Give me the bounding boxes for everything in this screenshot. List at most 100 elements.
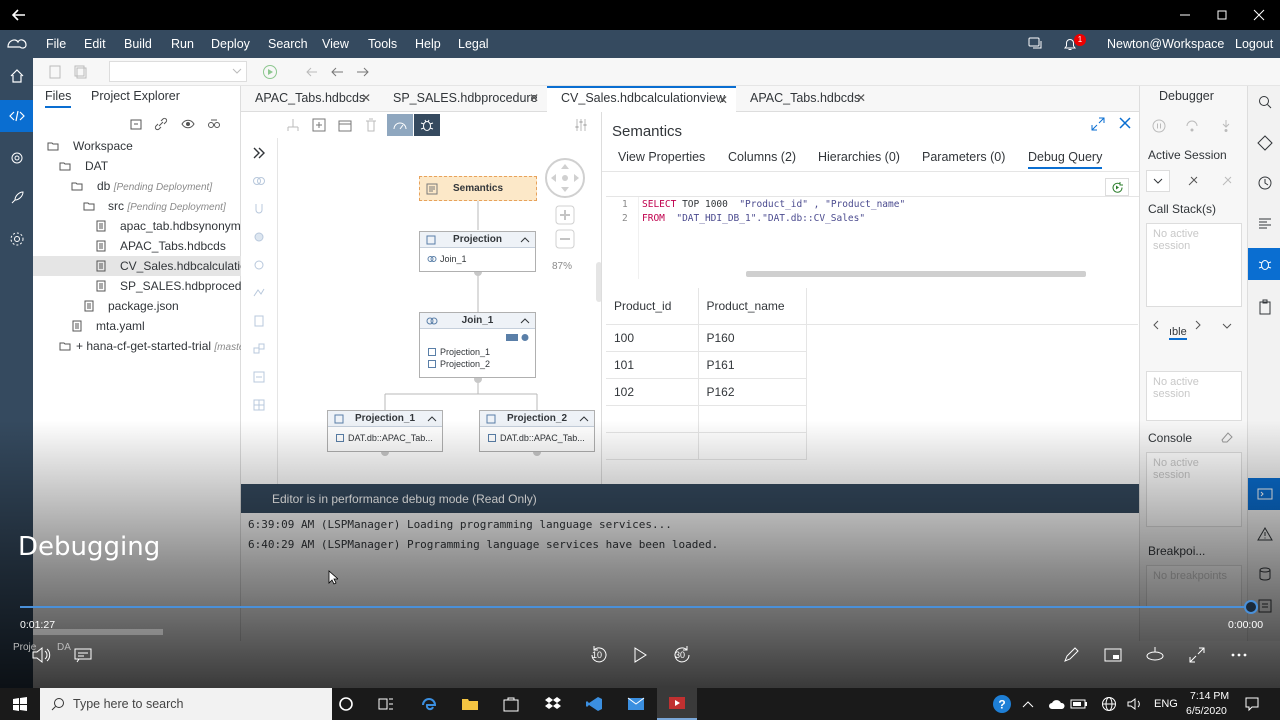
collapse-node-icon[interactable] bbox=[579, 415, 589, 423]
chevron-left-icon[interactable] bbox=[1152, 320, 1160, 330]
video-seek-handle[interactable] bbox=[1244, 600, 1258, 614]
back-arrow-icon[interactable] bbox=[0, 0, 38, 30]
menu-tools[interactable]: Tools bbox=[368, 37, 397, 51]
close-window-icon[interactable] bbox=[1240, 0, 1278, 30]
table-row[interactable]: 101 P161 bbox=[606, 351, 1138, 379]
cortana-icon[interactable] bbox=[326, 688, 366, 720]
table-row[interactable]: 100 P160 bbox=[606, 324, 1138, 352]
menu-view[interactable]: View bbox=[322, 37, 349, 51]
column-header-product-id[interactable]: Product_id bbox=[606, 288, 699, 325]
tab-parameters[interactable]: Parameters (0) bbox=[922, 150, 1005, 164]
projection-node[interactable]: Projection Join_1 bbox=[419, 231, 536, 272]
collapse-all-icon[interactable] bbox=[129, 117, 143, 131]
detach-icon[interactable] bbox=[1220, 174, 1234, 188]
dropbox-icon[interactable] bbox=[533, 688, 573, 720]
tree-item-db[interactable]: db [Pending Deployment] bbox=[33, 176, 241, 196]
horizontal-scrollbar[interactable] bbox=[746, 271, 1086, 277]
menu-build[interactable]: Build bbox=[124, 37, 152, 51]
clock-date[interactable]: 6/5/2020 bbox=[1186, 705, 1227, 717]
chevron-right-icon[interactable] bbox=[1194, 320, 1202, 330]
code-editor-icon[interactable] bbox=[0, 100, 33, 132]
tree-item-mta-yaml[interactable]: mta.yaml bbox=[33, 316, 241, 336]
show-hidden-eye-icon[interactable] bbox=[181, 117, 195, 131]
database-icon[interactable] bbox=[0, 142, 33, 174]
tab-files[interactable]: Files bbox=[45, 89, 72, 108]
video-seek-bar[interactable] bbox=[20, 606, 1250, 608]
menu-deploy[interactable]: Deploy bbox=[211, 37, 250, 51]
windows-start-icon[interactable] bbox=[0, 688, 40, 720]
home-icon[interactable] bbox=[0, 60, 33, 92]
sql-editor[interactable]: 1 2 SELECT TOP 1000 "Product_id" , "Prod… bbox=[606, 196, 1140, 279]
logout-link[interactable]: Logout bbox=[1235, 37, 1273, 51]
menu-run[interactable]: Run bbox=[171, 37, 194, 51]
minimize-icon[interactable] bbox=[1166, 0, 1204, 30]
play-icon[interactable] bbox=[627, 642, 653, 668]
redo-icon[interactable] bbox=[355, 64, 371, 80]
file-explorer-icon[interactable] bbox=[450, 688, 490, 720]
rocket-icon[interactable] bbox=[0, 182, 33, 214]
semantics-node[interactable]: Semantics bbox=[419, 176, 537, 201]
execute-query-button[interactable] bbox=[1105, 178, 1129, 196]
tab-sp-sales[interactable]: SP_SALES.hdbprocedure ✕ bbox=[379, 86, 547, 112]
search-icon[interactable] bbox=[1248, 86, 1280, 118]
clipboard-icon[interactable] bbox=[1248, 291, 1280, 323]
tab-apac-tabs-2[interactable]: APAC_Tabs.hdbcds ✕ bbox=[736, 86, 874, 112]
step-over-icon[interactable] bbox=[1185, 119, 1199, 133]
history-clock-icon[interactable] bbox=[1248, 167, 1280, 199]
tree-item-workspace[interactable]: Workspace bbox=[33, 136, 241, 156]
clock-time[interactable]: 7:14 PM bbox=[1190, 690, 1229, 702]
undo-all-icon[interactable] bbox=[303, 64, 319, 80]
join-definition-icon[interactable] bbox=[506, 333, 532, 342]
console-panel-icon[interactable] bbox=[1248, 478, 1280, 510]
run-config-select[interactable] bbox=[109, 61, 247, 82]
draw-pen-icon[interactable] bbox=[1058, 642, 1084, 668]
git-compare-icon[interactable] bbox=[207, 117, 221, 131]
tree-item-src[interactable]: src [Pending Deployment] bbox=[33, 196, 241, 216]
tree-item-apac-synonym[interactable]: apac_tab.hdbsynonym bbox=[33, 216, 241, 236]
task-view-icon[interactable] bbox=[366, 688, 406, 720]
projection-2-node[interactable]: Projection_2 DAT.db::APAC_Tab... bbox=[479, 410, 595, 452]
tree-item-package-json[interactable]: package.json bbox=[33, 296, 241, 316]
tab-debug-query[interactable]: Debug Query bbox=[1028, 150, 1103, 169]
more-options-icon[interactable] bbox=[1226, 642, 1252, 668]
close-tab-icon[interactable]: ✕ bbox=[529, 91, 539, 105]
link-icon[interactable] bbox=[154, 117, 168, 131]
tab-project-explorer[interactable]: Project Explorer bbox=[91, 89, 180, 103]
tab-hierarchies[interactable]: Hierarchies (0) bbox=[818, 150, 900, 164]
tree-item-cv-sales[interactable]: CV_Sales.hdbcalculatic bbox=[33, 256, 241, 276]
run-icon[interactable] bbox=[262, 64, 278, 80]
maximize-icon[interactable] bbox=[1203, 0, 1241, 30]
360-view-icon[interactable] bbox=[1142, 642, 1168, 668]
tab-variables[interactable]: ıble bbox=[1169, 326, 1187, 340]
vscode-icon[interactable] bbox=[574, 688, 614, 720]
edge-browser-icon[interactable] bbox=[409, 688, 449, 720]
volume-icon[interactable] bbox=[28, 642, 54, 668]
menu-edit[interactable]: Edit bbox=[84, 37, 106, 51]
microsoft-store-icon[interactable] bbox=[491, 688, 531, 720]
projection-1-node[interactable]: Projection_1 DAT.db::APAC_Tab... bbox=[327, 410, 443, 452]
chat-icon[interactable] bbox=[1028, 36, 1044, 52]
collapse-node-icon[interactable] bbox=[427, 415, 437, 423]
action-center-icon[interactable] bbox=[1234, 688, 1270, 720]
tab-columns[interactable]: Columns (2) bbox=[728, 150, 796, 164]
tree-item-apac-tabs[interactable]: APAC_Tabs.hdbcds bbox=[33, 236, 241, 256]
mini-view-icon[interactable] bbox=[1100, 642, 1126, 668]
problems-warning-icon[interactable] bbox=[1248, 518, 1280, 550]
collapse-node-icon[interactable] bbox=[520, 317, 530, 325]
input-language[interactable]: ENG bbox=[1154, 698, 1178, 710]
tab-view-properties[interactable]: View Properties bbox=[618, 150, 705, 164]
session-dropdown[interactable] bbox=[1146, 170, 1170, 192]
video-player-app-icon[interactable] bbox=[657, 688, 697, 720]
settings-gear-icon[interactable] bbox=[0, 223, 33, 255]
new-file-icon[interactable] bbox=[47, 64, 63, 80]
menu-help[interactable]: Help bbox=[415, 37, 441, 51]
fullscreen-icon[interactable] bbox=[1184, 642, 1210, 668]
pause-icon[interactable] bbox=[1152, 119, 1166, 133]
user-name[interactable]: Newton@Workspace bbox=[1107, 37, 1224, 51]
tree-item-dat[interactable]: DAT bbox=[33, 156, 241, 176]
undo-icon[interactable] bbox=[329, 64, 345, 80]
close-panel-icon[interactable] bbox=[1119, 117, 1131, 129]
copy-icon[interactable] bbox=[73, 64, 89, 80]
collapse-node-icon[interactable] bbox=[520, 236, 530, 244]
tab-apac-tabs-1[interactable]: APAC_Tabs.hdbcds ✕ bbox=[241, 86, 379, 112]
